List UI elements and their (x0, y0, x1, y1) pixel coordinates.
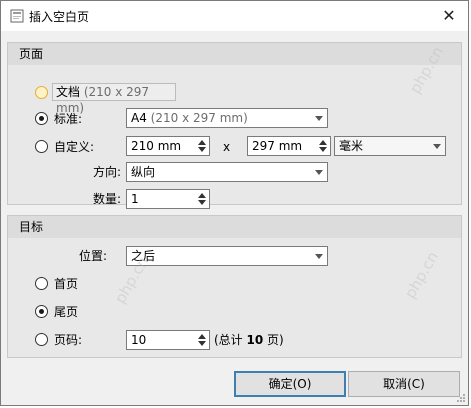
page-number-value: 10 (131, 333, 147, 347)
custom-width-value: 210 mm (131, 139, 182, 153)
custom-radio[interactable] (35, 140, 48, 153)
quantity-spinbox[interactable]: 1 (126, 189, 210, 209)
position-value: 之后 (131, 249, 156, 263)
unit-select[interactable]: 毫米 (334, 136, 446, 156)
window-title: 插入空白页 (29, 10, 90, 24)
orientation-select[interactable]: 纵向 (126, 162, 328, 182)
page-number-label: 页码: (54, 333, 83, 347)
document-radio (35, 86, 48, 99)
unit-value: 毫米 (339, 139, 364, 153)
last-page-radio[interactable] (35, 305, 48, 318)
app-icon (10, 9, 24, 23)
spin-arrows-icon[interactable] (317, 138, 328, 154)
times-sign: x (223, 140, 231, 154)
page-total-prefix: (总计 (214, 333, 243, 347)
target-group-title: 目标 (8, 216, 461, 238)
spin-arrows-icon[interactable] (196, 332, 207, 348)
standard-label: 标准: (54, 112, 83, 126)
orientation-label: 方向: (93, 165, 122, 179)
standard-radio[interactable] (35, 112, 48, 125)
position-label: 位置: (79, 249, 108, 263)
resize-grip-icon[interactable] (456, 393, 466, 403)
spin-arrows-icon[interactable] (196, 191, 207, 207)
quantity-value: 1 (131, 192, 139, 206)
first-page-radio[interactable] (35, 277, 48, 290)
page-number-radio[interactable] (35, 333, 48, 346)
page-number-spinbox[interactable]: 10 (126, 330, 210, 350)
chevron-down-icon (315, 116, 323, 121)
orientation-value: 纵向 (131, 165, 156, 179)
page-group-title: 页面 (8, 43, 461, 65)
custom-label: 自定义: (54, 140, 95, 154)
custom-height-spinbox[interactable]: 297 mm (247, 136, 331, 156)
close-button[interactable]: ✕ (436, 4, 462, 28)
last-page-label: 尾页 (54, 305, 79, 319)
chevron-down-icon (433, 144, 441, 149)
page-group: 页面 文档 (210 x 297 mm) 标准: A4 (210 x 297 m… (7, 42, 462, 209)
chevron-down-icon (315, 170, 323, 175)
first-page-label: 首页 (54, 277, 79, 291)
position-select[interactable]: 之后 (126, 246, 328, 266)
document-label: 文档 (56, 85, 81, 99)
spin-arrows-icon[interactable] (196, 138, 207, 154)
page-total-suffix: 页) (267, 333, 284, 347)
page-total-text: (总计 10 页) (214, 330, 284, 350)
custom-height-value: 297 mm (252, 139, 303, 153)
standard-paper-select[interactable]: A4 (210 x 297 mm) (126, 108, 328, 128)
insert-blank-page-dialog: 插入空白页 ✕ 页面 文档 (210 x 297 mm) 标准: A4 (210… (0, 0, 469, 406)
title-bar: 插入空白页 ✕ (1, 1, 468, 31)
target-group: 目标 位置: 之后 首页 尾页 页码: 10 (总计 10 页) (7, 215, 462, 358)
quantity-label: 数量: (93, 192, 122, 206)
paper-name: A4 (131, 111, 147, 125)
dialog-content: 页面 文档 (210 x 297 mm) 标准: A4 (210 x 297 m… (7, 32, 462, 365)
page-total-count: 10 (246, 333, 264, 347)
ok-button[interactable]: 确定(O) (234, 371, 346, 397)
chevron-down-icon (315, 254, 323, 259)
document-option: 文档 (210 x 297 mm) (52, 83, 176, 115)
paper-size: (210 x 297 mm) (150, 111, 248, 125)
cancel-button[interactable]: 取消(C) (348, 371, 460, 397)
custom-width-spinbox[interactable]: 210 mm (126, 136, 210, 156)
